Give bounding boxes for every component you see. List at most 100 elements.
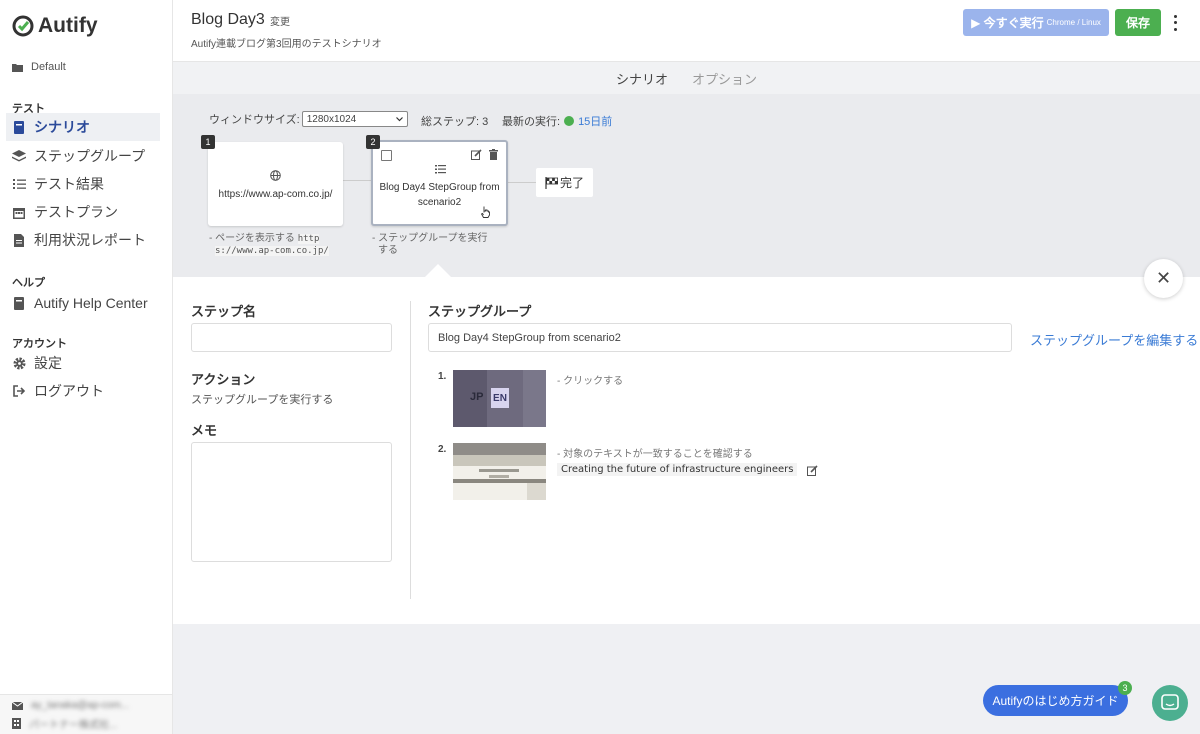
- total-steps: 総ステップ: 3: [421, 116, 489, 128]
- memo-label: メモ: [191, 423, 218, 438]
- expected-text-value: Creating the future of infrastructure en…: [557, 463, 798, 476]
- tab-bar: シナリオ オプション: [173, 62, 1200, 94]
- step-screenshot-thumbnail[interactable]: JP EN: [453, 370, 546, 427]
- action-value: ステップグループを実行する: [191, 394, 334, 406]
- sidebar-item-settings[interactable]: 設定: [6, 349, 160, 377]
- last-run-info: 最新の実行: 15日前: [502, 113, 612, 129]
- workspace-selector[interactable]: Default: [12, 61, 66, 73]
- run-now-label: ▶ 今すぐ実行: [971, 16, 1044, 30]
- sidebar-item-label: テスト結果: [34, 176, 104, 192]
- step-url: https://www.ap-com.co.jp/: [218, 189, 333, 200]
- page-title: Blog Day3: [191, 11, 265, 28]
- workspace-name: Default: [31, 61, 66, 73]
- window-size-value: 1280x1024: [306, 113, 357, 125]
- user-company-row: パートナー株式社...: [12, 716, 117, 731]
- step-group-label: ステップグループ: [428, 304, 532, 319]
- brand-logo[interactable]: Autify: [12, 14, 98, 38]
- envelope-icon: [12, 701, 23, 710]
- edit-icon[interactable]: [471, 149, 482, 160]
- chat-launcher-icon[interactable]: [1152, 685, 1188, 721]
- sidebar-item-usage-report[interactable]: 利用状況レポート: [6, 226, 160, 254]
- sidebar-item-scenario[interactable]: シナリオ: [6, 113, 160, 141]
- sidebar-item-logout[interactable]: ログアウト: [6, 377, 160, 405]
- edit-icon[interactable]: [807, 465, 818, 476]
- window-size-label: ウィンドウサイズ:: [209, 114, 300, 126]
- panel-pointer: [425, 264, 451, 277]
- step-connector: [343, 180, 373, 181]
- user-email: ay_tanaka@ap-com...: [31, 700, 129, 711]
- brand-name: Autify: [38, 14, 98, 37]
- step-connector: [508, 182, 536, 183]
- getting-started-guide-button[interactable]: Autifyのはじめ方ガイド 3: [983, 681, 1132, 716]
- close-panel-icon[interactable]: ✕: [1144, 259, 1183, 298]
- chat-bubble-icon: [1161, 694, 1179, 710]
- sidebar-item-label: ステップグループ: [34, 148, 146, 164]
- panel-divider: [410, 301, 411, 599]
- save-button[interactable]: 保存: [1115, 9, 1161, 36]
- step-number-badge: 1: [201, 135, 215, 149]
- window-size-select[interactable]: 1280x1024: [301, 111, 408, 127]
- edit-step-group-link[interactable]: ステップグループを編集する: [1030, 330, 1198, 349]
- step-number-badge: 2: [366, 135, 380, 149]
- scenario-canvas: ウィンドウサイズ: 1280x1024 総ステップ: 3 最新の実行: 15日前…: [173, 94, 1200, 277]
- action-label: アクション: [191, 372, 256, 387]
- step-card-2[interactable]: 2 Blog Day4 StepGroup from scenario2: [366, 135, 508, 226]
- step-name-input[interactable]: [191, 323, 392, 352]
- sidebar: Autify Default テスト シナリオ ステップグループ テスト結果 テ…: [0, 0, 173, 734]
- memo-textarea[interactable]: [191, 442, 392, 562]
- hand-cursor-icon: [481, 206, 490, 218]
- autify-logo-icon: [12, 15, 34, 37]
- run-environment: Chrome / Linux: [1046, 18, 1101, 27]
- gear-icon: [12, 356, 26, 370]
- folder-icon: [12, 63, 23, 72]
- step-select-checkbox[interactable]: [381, 150, 392, 161]
- trash-icon[interactable]: [489, 149, 498, 160]
- guide-count-badge: 3: [1118, 681, 1132, 695]
- step-screenshot-thumbnail[interactable]: [453, 443, 546, 500]
- user-footer[interactable]: ay_tanaka@ap-com... パートナー株式社...: [0, 694, 172, 734]
- step-group-select[interactable]: Blog Day4 StepGroup from scenario2: [428, 323, 1012, 352]
- last-run-link[interactable]: 15日前: [578, 113, 612, 129]
- list-check-icon: [12, 177, 26, 191]
- step-caption-2: - ステップグループを実行 する: [372, 233, 488, 256]
- globe-icon: [270, 170, 281, 181]
- scenario-description: Autify連載ブログ第3回用のテストシナリオ: [191, 39, 382, 50]
- success-check-icon: [564, 116, 575, 126]
- logout-icon: [12, 384, 26, 398]
- last-run-label: 最新の実行:: [502, 116, 561, 128]
- sidebar-item-label: テストプラン: [34, 204, 118, 220]
- change-title-link[interactable]: 変更: [270, 13, 290, 28]
- checkered-flag-icon: [545, 176, 558, 189]
- finish-label: 完了: [559, 176, 584, 190]
- user-email-row: ay_tanaka@ap-com...: [12, 700, 129, 711]
- run-now-button[interactable]: ▶ 今すぐ実行 Chrome / Linux: [963, 9, 1109, 36]
- building-icon: [12, 718, 21, 729]
- tab-options[interactable]: オプション: [692, 69, 757, 88]
- sidebar-item-test-plan[interactable]: テストプラン: [6, 198, 160, 226]
- report-icon: [12, 233, 26, 247]
- sidebar-item-label: ログアウト: [34, 383, 104, 399]
- sidebar-item-test-results[interactable]: テスト結果: [6, 170, 160, 198]
- more-options-icon[interactable]: [1171, 13, 1179, 33]
- sidebar-item-label: シナリオ: [34, 119, 90, 135]
- step-card-1[interactable]: 1 https://www.ap-com.co.jp/: [201, 135, 343, 226]
- book-icon: [12, 296, 26, 310]
- page-bottom-area: [173, 624, 1200, 734]
- chevron-down-icon: [395, 116, 403, 121]
- group-step-action: - クリックする: [557, 376, 624, 387]
- finish-node: 完了: [536, 168, 593, 197]
- step-caption-1: - ページを表示する http s://www.ap-com.co.jp/: [209, 233, 329, 256]
- group-step-action: - 対象のテキストが一致することを確認する: [557, 449, 753, 460]
- sidebar-item-label: 設定: [34, 355, 62, 371]
- sidebar-item-step-group[interactable]: ステップグループ: [6, 142, 160, 170]
- sidebar-item-help-center[interactable]: Autify Help Center: [6, 289, 160, 317]
- group-step-number: 2.: [438, 444, 447, 455]
- calendar-icon: [12, 205, 26, 219]
- list-check-icon: [435, 165, 446, 174]
- layers-icon: [12, 149, 26, 163]
- book-icon: [12, 120, 26, 134]
- tab-scenario[interactable]: シナリオ: [616, 69, 668, 88]
- sidebar-item-label: 利用状況レポート: [34, 232, 146, 248]
- user-company: パートナー株式社...: [29, 720, 118, 731]
- step-name-label: ステップ名: [191, 304, 257, 319]
